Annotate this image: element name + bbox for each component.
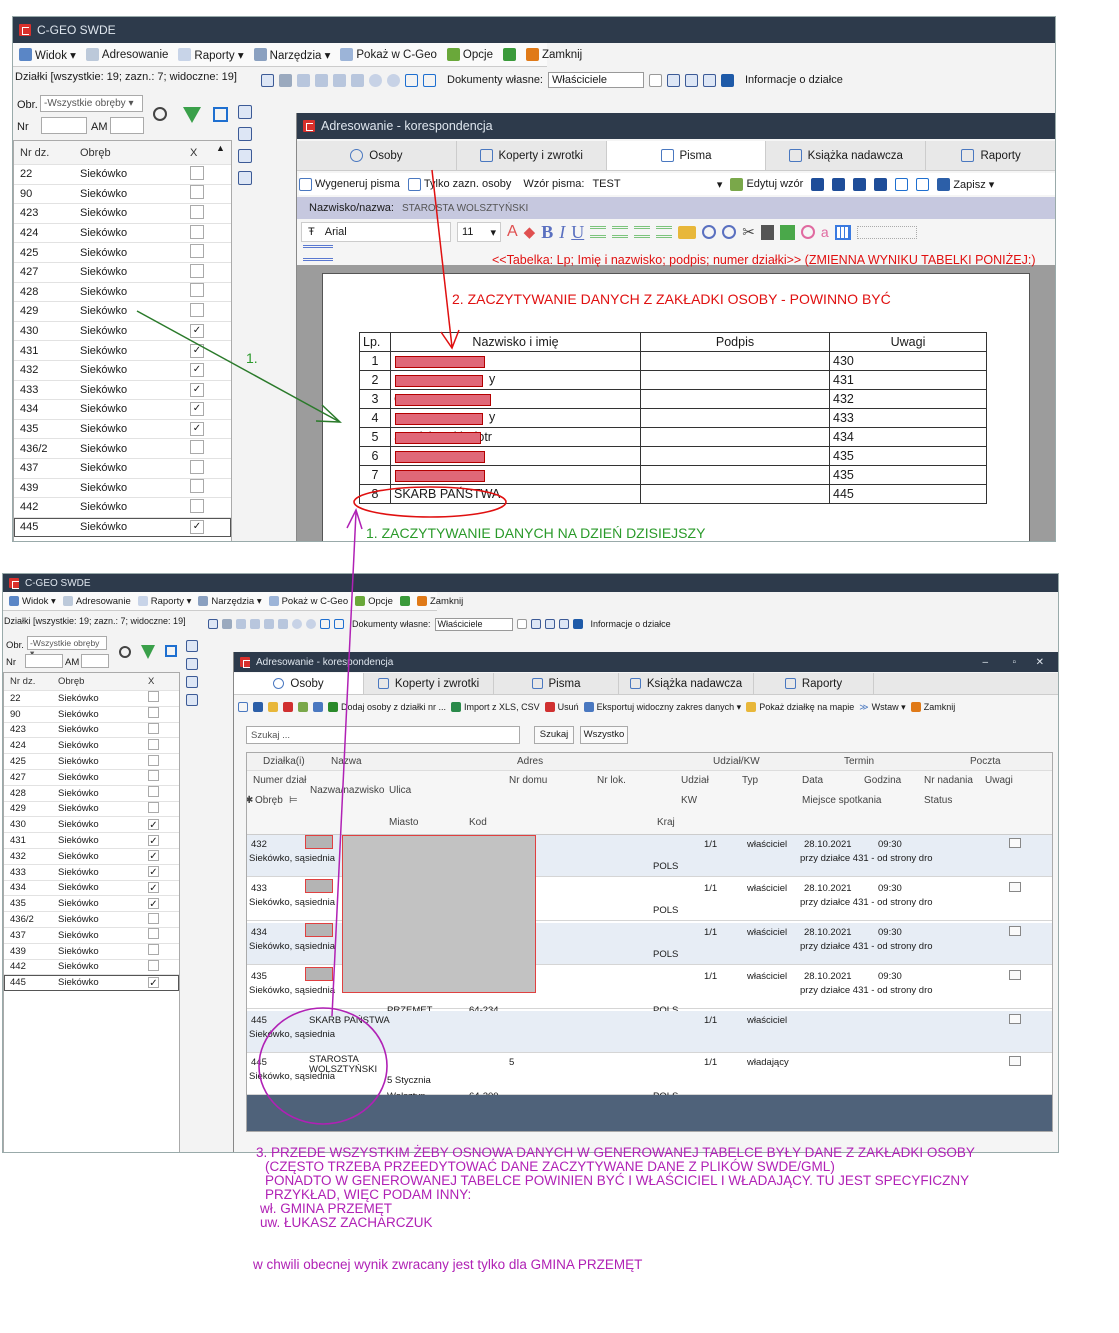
step2-text: 2. ZACZYTYWANIE DANYCH Z ZAKŁADKI OSOBY … — [452, 291, 891, 307]
step3-line-5: wł. GMINA PRZEMĘT — [260, 1201, 393, 1216]
red-arrow-line — [431, 169, 453, 348]
step3-line-2: (CZĘSTO TRZEBA PRZEEDYTOWAĆ DANE ZACZYTY… — [265, 1159, 835, 1174]
step1-text: 1. ZACZYTYWANIE DANYCH NA DZIEŃ DZISIEJS… — [366, 525, 706, 541]
step1-label: 1. — [246, 350, 258, 366]
green-arrow-line — [136, 310, 339, 422]
purple-ellipse — [258, 1007, 388, 1125]
step3-line-6: uw. ŁUKASZ ZACHARCZUK — [260, 1215, 433, 1230]
step3-line-3: PONADTO W GENEROWANEJ TABELCE POWINIEN B… — [265, 1173, 970, 1188]
footer-note: w chwili obecnej wynik zwracany jest tyl… — [253, 1257, 643, 1272]
step3-line-4: PRZYKŁAD, WIĘC PODAM INNY: — [265, 1187, 472, 1202]
purple-arrow-line — [331, 511, 357, 1017]
annotation-arrows — [136, 169, 507, 1125]
step3-line-1: 3. PRZEDE WSZYSTKIM ŻEBY OSNOWA DANYCH W… — [256, 1145, 975, 1160]
red-ellipse — [353, 486, 507, 518]
step3-block: 3. PRZEDE WSZYSTKIM ŻEBY OSNOWA DANYCH W… — [256, 1146, 1056, 1230]
green-arrow-head — [315, 404, 342, 423]
purple-arrow-head — [346, 508, 363, 530]
